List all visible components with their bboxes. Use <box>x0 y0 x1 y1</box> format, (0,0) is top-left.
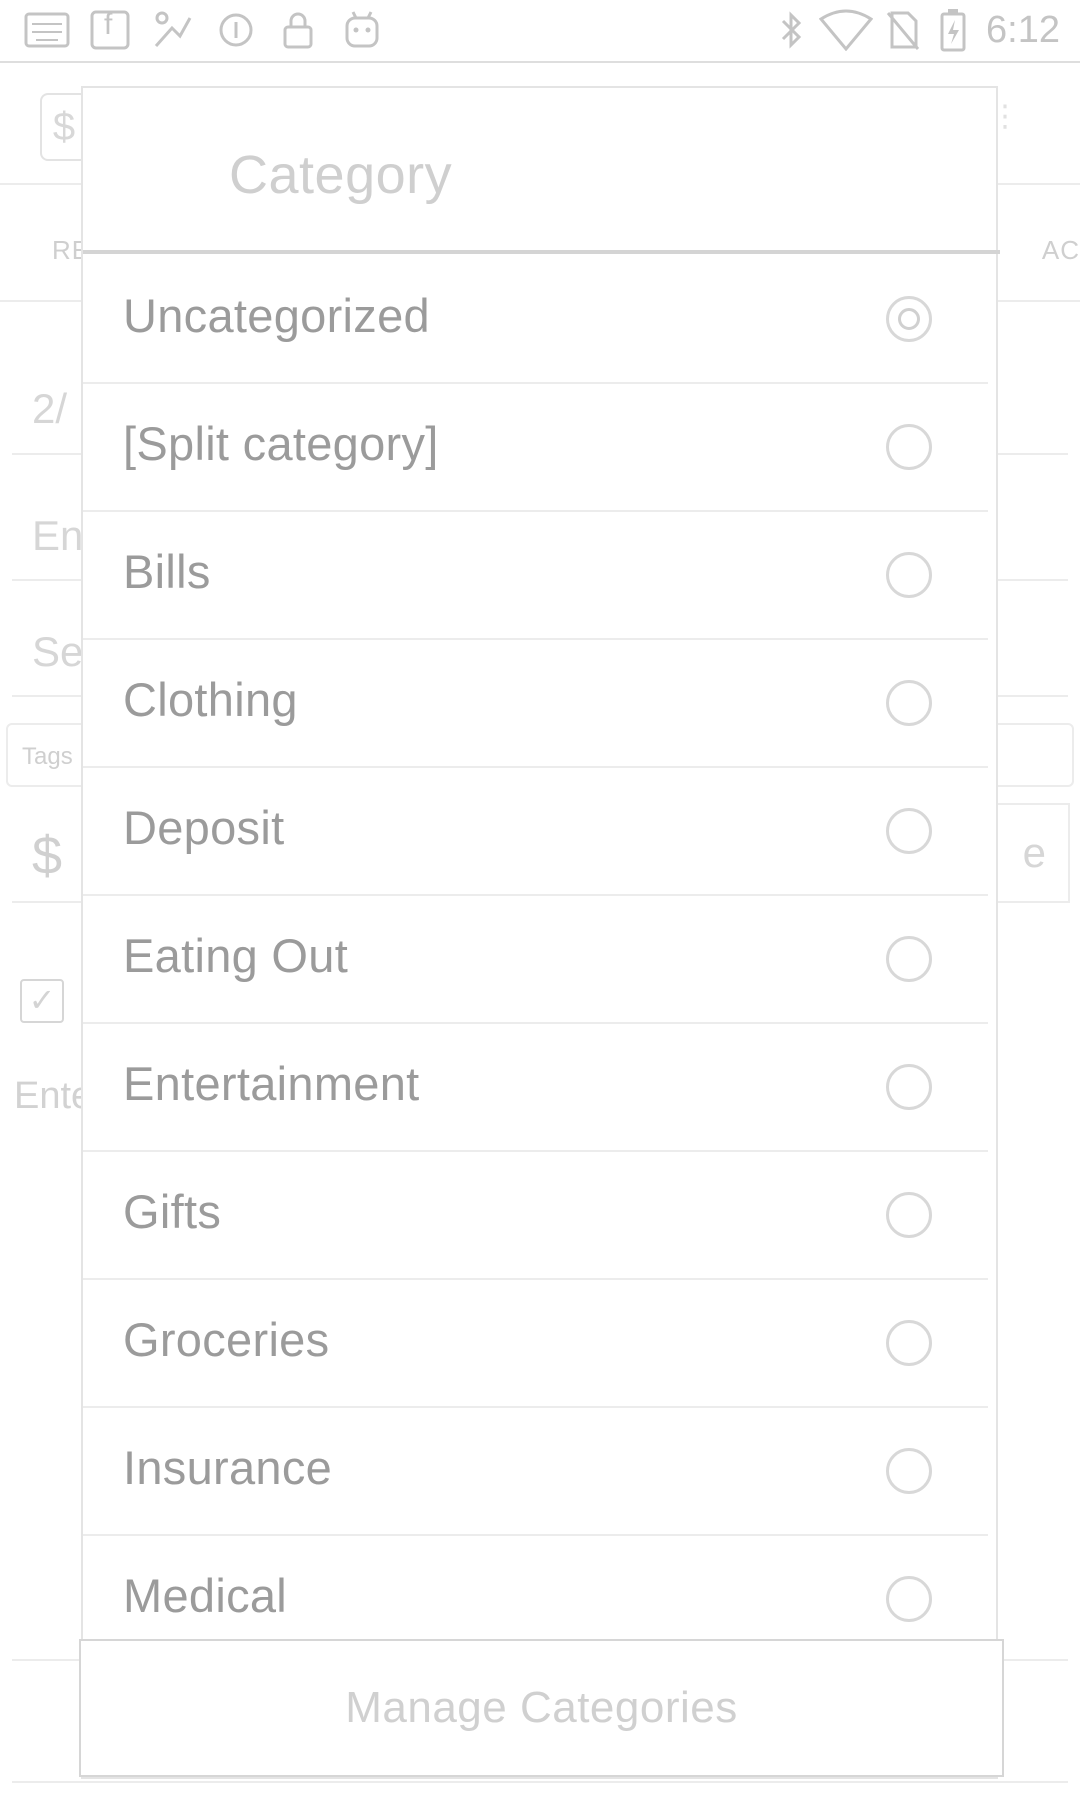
category-label: Groceries <box>123 1313 330 1366</box>
status-bar: f 6:12 <box>0 0 1080 63</box>
radio-unselected[interactable] <box>886 1064 932 1110</box>
category-item[interactable]: Uncategorized <box>83 258 988 384</box>
bluetooth-icon <box>774 8 808 52</box>
radio-unselected[interactable] <box>886 1320 932 1366</box>
facebook-icon: f <box>90 8 130 52</box>
radio-unselected[interactable] <box>886 1192 932 1238</box>
category-list[interactable]: Uncategorized [Split category] Bills Clo… <box>83 258 1000 1638</box>
manage-categories-button[interactable]: Manage Categories <box>79 1639 1004 1777</box>
category-label: [Split category] <box>123 417 439 470</box>
radio-selected[interactable] <box>886 296 932 342</box>
category-item[interactable]: Bills <box>83 514 988 640</box>
pay-icon <box>150 8 196 52</box>
category-item[interactable]: Insurance <box>83 1410 988 1536</box>
no-sim-icon <box>880 8 924 52</box>
category-label: Deposit <box>123 801 285 854</box>
tab-right[interactable]: AC <box>1042 235 1080 266</box>
facebook-glyph: f <box>104 8 113 41</box>
category-label: Eating Out <box>123 929 349 982</box>
category-item[interactable]: Entertainment <box>83 1026 988 1152</box>
category-item[interactable]: Gifts <box>83 1154 988 1280</box>
radio-unselected[interactable] <box>886 424 932 470</box>
checkbox[interactable]: ✓ <box>20 979 64 1023</box>
title-divider <box>83 250 1000 254</box>
android-icon <box>340 8 384 52</box>
category-item[interactable]: Eating Out <box>83 898 988 1024</box>
radio-unselected[interactable] <box>886 1576 932 1622</box>
category-dialog: Category Uncategorized [Split category] … <box>79 86 1004 1779</box>
category-label: Clothing <box>123 673 298 726</box>
keyboard-icon <box>22 8 72 52</box>
radio-unselected[interactable] <box>886 936 932 982</box>
radio-unselected[interactable] <box>886 808 932 854</box>
clock: 6:12 <box>986 9 1060 51</box>
radio-unselected[interactable] <box>886 1448 932 1494</box>
dialog-title: Category <box>229 145 453 205</box>
battery-charging-icon <box>936 8 970 52</box>
lock-icon <box>278 8 318 52</box>
currency-symbol: $ <box>12 811 82 903</box>
category-item[interactable]: [Split category] <box>83 386 988 512</box>
category-label: Gifts <box>123 1185 222 1238</box>
wifi-icon <box>818 8 874 52</box>
category-label: Uncategorized <box>123 289 430 342</box>
category-label: Entertainment <box>123 1057 420 1110</box>
circle-i-icon <box>216 8 256 52</box>
radio-unselected[interactable] <box>886 680 932 726</box>
amount-type-button[interactable]: e <box>988 803 1070 903</box>
radio-unselected[interactable] <box>886 552 932 598</box>
category-label: Medical <box>123 1569 288 1622</box>
category-item[interactable]: Deposit <box>83 770 988 896</box>
category-item[interactable]: Groceries <box>83 1282 988 1408</box>
category-label: Insurance <box>123 1441 333 1494</box>
category-item[interactable]: Clothing <box>83 642 988 768</box>
tags-label: Tags <box>22 743 73 770</box>
category-label: Bills <box>123 545 211 598</box>
category-item[interactable]: Medical <box>83 1538 988 1638</box>
